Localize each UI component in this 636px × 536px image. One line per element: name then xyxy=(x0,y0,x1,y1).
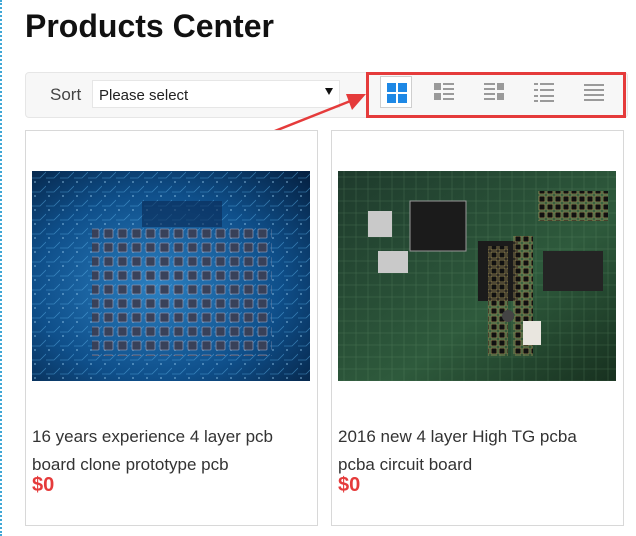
list-thumb-view-icon xyxy=(434,83,454,100)
detail-view-icon xyxy=(484,83,504,100)
lines-view-icon xyxy=(584,84,604,101)
compact-list-view-icon xyxy=(534,83,554,102)
product-title[interactable]: 2016 new 4 layer High TG pcba pcba circu… xyxy=(338,423,608,479)
page-title: Products Center xyxy=(25,8,274,44)
product-price: $0 xyxy=(32,474,55,496)
sort-label: Sort xyxy=(50,85,82,104)
blue-pcb-image[interactable] xyxy=(32,171,310,381)
grid-view-button[interactable] xyxy=(380,76,412,108)
product-card[interactable]: 16 years experience 4 layer pcb board cl… xyxy=(25,130,318,526)
grid-view-icon xyxy=(387,83,407,103)
product-price: $0 xyxy=(338,474,361,496)
lines-view-button[interactable] xyxy=(578,76,610,108)
product-title[interactable]: 16 years experience 4 layer pcb board cl… xyxy=(32,423,302,479)
list-thumb-view-button[interactable] xyxy=(428,76,460,108)
sort-select-value: Please select xyxy=(99,87,189,104)
green-pcb-image[interactable] xyxy=(338,171,616,381)
product-card[interactable]: 2016 new 4 layer High TG pcba pcba circu… xyxy=(331,130,624,526)
compact-list-view-button[interactable] xyxy=(528,76,560,108)
detail-view-button[interactable] xyxy=(478,76,510,108)
page-left-border xyxy=(0,0,2,536)
